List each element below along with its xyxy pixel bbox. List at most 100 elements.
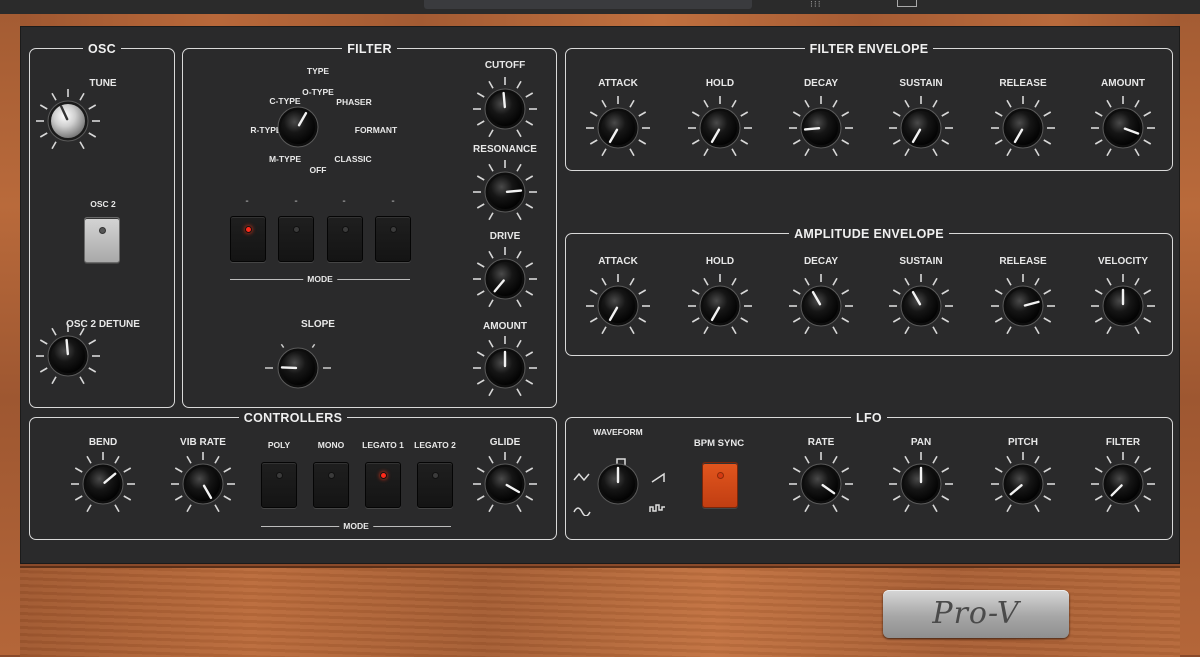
lfo-pitch-knob[interactable]: [988, 449, 1058, 519]
led-on: [380, 472, 387, 479]
legato2-label: LEGATO 2: [414, 440, 456, 450]
fenv-release-knob[interactable]: [988, 93, 1058, 163]
fenv-sustain-label: SUSTAIN: [899, 78, 942, 89]
bpm-sync-button[interactable]: [702, 462, 738, 508]
aenv-velocity-knob[interactable]: [1088, 271, 1158, 341]
type-off: OFF: [310, 165, 327, 175]
tune-knob[interactable]: [33, 86, 103, 156]
filter-mode-btn-4-label: -: [391, 196, 394, 207]
knob-graphic: [33, 86, 103, 156]
osc2-detune-knob[interactable]: [33, 321, 103, 391]
aenv-hold-label: HOLD: [706, 256, 734, 267]
filter-mode-button-4[interactable]: [375, 216, 411, 262]
type-phaser: PHASER: [336, 97, 371, 107]
knob-graphic: [786, 271, 856, 341]
led: [432, 472, 439, 479]
wood-top: [0, 14, 1200, 26]
slope-label: SLOPE: [301, 319, 335, 330]
pro-v-logo: Pro-V: [883, 590, 1069, 638]
filter-mode-btn-2-label: -: [294, 196, 297, 207]
knob-graphic: [988, 449, 1058, 519]
legato1-label: LEGATO 1: [362, 440, 404, 450]
poly-button[interactable]: [261, 462, 297, 508]
filter-mode-button-3[interactable]: [327, 216, 363, 262]
led: [293, 226, 300, 233]
filter-mode-button-2[interactable]: [278, 216, 314, 262]
drive-knob[interactable]: [470, 244, 540, 314]
knob-graphic: [583, 449, 653, 519]
filter-envelope-section: FILTER ENVELOPE: [565, 48, 1173, 171]
osc2-led: [99, 227, 106, 234]
filter-mode-button-1[interactable]: [230, 216, 266, 262]
lfo-waveform-knob[interactable]: [583, 449, 653, 519]
aenv-attack-label: ATTACK: [598, 256, 638, 267]
type-formant: FORMANT: [355, 125, 398, 135]
aenv-release-knob[interactable]: [988, 271, 1058, 341]
fenv-sustain-knob[interactable]: [886, 93, 956, 163]
resonance-knob[interactable]: [470, 157, 540, 227]
glide-label: GLIDE: [490, 437, 521, 448]
filter-mode-label: MODE: [303, 274, 337, 284]
fenv-decay-label: DECAY: [804, 78, 838, 89]
knob-graphic: [685, 93, 755, 163]
lfo-rate-knob[interactable]: [786, 449, 856, 519]
filter-amount-knob[interactable]: [470, 333, 540, 403]
wood-right-cheek: [1180, 14, 1200, 655]
knob-graphic: [583, 93, 653, 163]
amplitude-envelope-title: AMPLITUDE ENVELOPE: [789, 227, 949, 241]
legato1-button[interactable]: [365, 462, 401, 508]
lfo-pan-knob[interactable]: [886, 449, 956, 519]
drive-label: DRIVE: [490, 231, 521, 242]
filter-amount-label: AMOUNT: [483, 321, 527, 332]
osc2-toggle-button[interactable]: [84, 217, 120, 263]
lfo-filter-knob[interactable]: [1088, 449, 1158, 519]
fenv-release-label: RELEASE: [999, 78, 1046, 89]
knob-graphic: [470, 333, 540, 403]
aenv-decay-knob[interactable]: [786, 271, 856, 341]
host-preset-field[interactable]: [424, 0, 752, 9]
glide-knob[interactable]: [470, 449, 540, 519]
resonance-label: RESONANCE: [473, 144, 537, 155]
poly-label: POLY: [268, 440, 290, 450]
vib-rate-knob[interactable]: [168, 449, 238, 519]
knob-graphic: [263, 333, 333, 403]
lfo-rate-label: RATE: [808, 437, 834, 448]
knob-graphic: [685, 271, 755, 341]
aenv-attack-knob[interactable]: [583, 271, 653, 341]
mono-button[interactable]: [313, 462, 349, 508]
vib-rate-label: VIB RATE: [180, 437, 226, 448]
aenv-sustain-label: SUSTAIN: [899, 256, 942, 267]
knob-graphic: [786, 449, 856, 519]
osc-title: OSC: [83, 42, 121, 56]
slope-knob[interactable]: [263, 333, 333, 403]
legato2-button[interactable]: [417, 462, 453, 508]
aenv-sustain-knob[interactable]: [886, 271, 956, 341]
fenv-decay-knob[interactable]: [786, 93, 856, 163]
aenv-hold-knob[interactable]: [685, 271, 755, 341]
aenv-velocity-label: VELOCITY: [1098, 256, 1148, 267]
knob-graphic: [988, 271, 1058, 341]
knob-graphic: [263, 92, 333, 162]
knob-graphic: [470, 244, 540, 314]
led: [328, 472, 335, 479]
fenv-amount-knob[interactable]: [1088, 93, 1158, 163]
knob-graphic: [470, 449, 540, 519]
mono-label: MONO: [318, 440, 344, 450]
host-window-icon[interactable]: [897, 0, 917, 7]
knob-graphic: [786, 93, 856, 163]
fenv-attack-knob[interactable]: [583, 93, 653, 163]
led: [717, 472, 724, 479]
knob-graphic: [1088, 271, 1158, 341]
knob-graphic: [33, 321, 103, 391]
logo-text: Pro-V: [932, 596, 1019, 631]
cutoff-knob[interactable]: [470, 74, 540, 144]
controllers-title: CONTROLLERS: [239, 411, 347, 425]
knob-graphic: [68, 449, 138, 519]
fenv-hold-knob[interactable]: [685, 93, 755, 163]
host-grid-icon[interactable]: ⁝⁝⁝: [810, 0, 822, 8]
synth-panel: OSC TUNE OSC 2 OSC 2 DETUNE FILTER TYPE …: [20, 26, 1180, 564]
knob-graphic: [886, 271, 956, 341]
lfo-filter-label: FILTER: [1106, 437, 1140, 448]
filter-type-knob[interactable]: [263, 92, 333, 162]
bend-knob[interactable]: [68, 449, 138, 519]
